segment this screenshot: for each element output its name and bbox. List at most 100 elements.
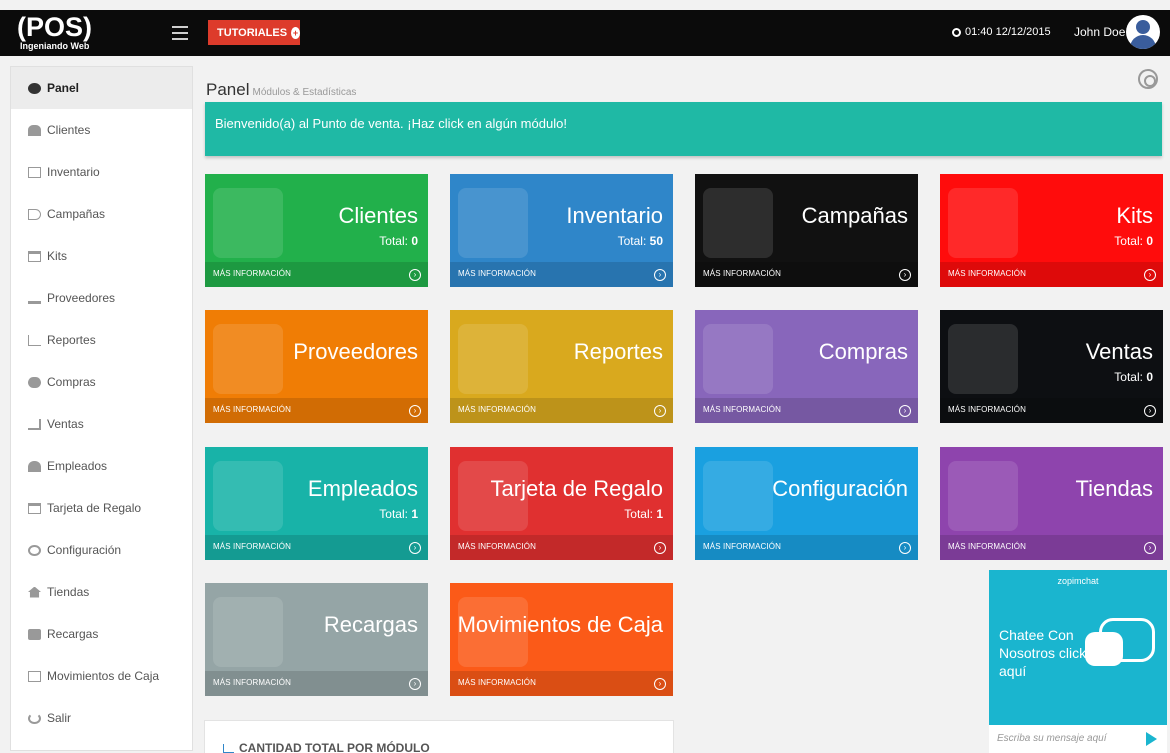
tile-total: Total: 0 <box>379 234 418 248</box>
more-info-link[interactable]: MÁS INFORMACIÓN <box>205 262 428 287</box>
tile-total: Total: 0 <box>1114 234 1153 248</box>
more-info-link[interactable]: MÁS INFORMACIÓN <box>450 535 673 560</box>
user-icon <box>213 461 283 531</box>
more-info-link[interactable]: MÁS INFORMACIÓN <box>695 262 918 287</box>
arrow-circle-icon[interactable]: › <box>654 678 666 690</box>
tile-proveedores[interactable]: Proveedores MÁS INFORMACIÓN › <box>205 310 428 423</box>
sidebar-item-recargas[interactable]: Recargas <box>11 613 192 655</box>
tile-kits[interactable]: Kits Total: 0 MÁS INFORMACIÓN › <box>940 174 1163 287</box>
welcome-banner: Bienvenido(a) al Punto de venta. ¡Haz cl… <box>205 102 1162 156</box>
power-icon <box>28 712 41 724</box>
table-icon <box>458 188 528 258</box>
arrow-circle-icon[interactable]: › <box>654 269 666 281</box>
tile-reportes[interactable]: Reportes MÁS INFORMACIÓN › <box>450 310 673 423</box>
download-icon <box>213 324 283 394</box>
arrow-circle-icon[interactable]: › <box>409 542 421 554</box>
clock-icon <box>952 27 961 37</box>
inbox-icon <box>948 188 1018 258</box>
sidebar-item-compras[interactable]: Compras <box>11 361 192 403</box>
datetime-text: 01:40 12/12/2015 <box>965 26 1051 38</box>
users-icon <box>213 188 283 258</box>
more-info-link[interactable]: MÁS INFORMACIÓN <box>205 671 428 696</box>
tile-inventario[interactable]: Inventario Total: 50 MÁS INFORMACIÓN › <box>450 174 673 287</box>
arrow-circle-icon[interactable]: › <box>899 405 911 417</box>
chart-panel: CANTIDAD TOTAL POR MÓDULO <box>204 720 674 753</box>
cloud-icon <box>703 324 773 394</box>
more-info-link[interactable]: MÁS INFORMACIÓN <box>940 535 1163 560</box>
more-info-link[interactable]: MÁS INFORMACIÓN <box>695 535 918 560</box>
table-icon <box>28 166 41 178</box>
tile-campanas[interactable]: Campañas MÁS INFORMACIÓN › <box>695 174 918 287</box>
sidebar-item-tarjeta-regalo[interactable]: Tarjeta de Regalo <box>11 487 192 529</box>
more-info-link[interactable]: MÁS INFORMACIÓN <box>450 262 673 287</box>
more-info-link[interactable]: MÁS INFORMACIÓN <box>450 398 673 423</box>
more-info-link[interactable]: MÁS INFORMACIÓN <box>695 398 918 423</box>
top-navbar: (POS) Ingeniando Web TUTORIALES + 01:40 … <box>0 10 1170 56</box>
sidebar-item-reportes[interactable]: Reportes <box>11 319 192 361</box>
menu-toggle-icon[interactable] <box>172 26 188 40</box>
sidebar-item-inventario[interactable]: Inventario <box>11 151 192 193</box>
arrow-circle-icon[interactable]: › <box>1144 405 1156 417</box>
chat-brand: zopimchat <box>1057 576 1099 586</box>
sidebar-item-kits[interactable]: Kits <box>11 235 192 277</box>
tile-ventas[interactable]: Ventas Total: 0 MÁS INFORMACIÓN › <box>940 310 1163 423</box>
logo-text: (POS) <box>17 12 93 42</box>
app-logo[interactable]: (POS) Ingeniando Web <box>17 13 92 51</box>
bar-chart-icon <box>223 743 234 753</box>
phone-icon <box>213 597 283 667</box>
more-info-link[interactable]: MÁS INFORMACIÓN <box>450 671 673 696</box>
arrow-circle-icon[interactable]: › <box>409 269 421 281</box>
tile-recargas[interactable]: Recargas MÁS INFORMACIÓN › <box>205 583 428 696</box>
arrow-circle-icon[interactable]: › <box>1144 269 1156 281</box>
tile-clientes[interactable]: Clientes Total: 0 MÁS INFORMACIÓN › <box>205 174 428 287</box>
chart-panel-title: CANTIDAD TOTAL POR MÓDULO <box>223 741 430 753</box>
sidebar-item-clientes[interactable]: Clientes <box>11 109 192 151</box>
user-avatar-icon[interactable] <box>1126 15 1160 49</box>
sidebar-item-movimientos[interactable]: Movimientos de Caja <box>11 655 192 697</box>
arrow-circle-icon[interactable]: › <box>654 405 666 417</box>
tile-configuracion[interactable]: Configuración MÁS INFORMACIÓN › <box>695 447 918 560</box>
arrow-circle-icon[interactable]: › <box>899 542 911 554</box>
tile-compras[interactable]: Compras MÁS INFORMACIÓN › <box>695 310 918 423</box>
chat-bubble-icon <box>1085 632 1123 666</box>
dashboard-icon <box>28 82 41 94</box>
datetime-display: 01:40 12/12/2015 <box>952 26 1051 38</box>
more-info-link[interactable]: MÁS INFORMACIÓN <box>205 535 428 560</box>
arrow-circle-icon[interactable]: › <box>409 405 421 417</box>
sidebar-item-panel[interactable]: Panel <box>11 67 192 109</box>
arrow-circle-icon[interactable]: › <box>654 542 666 554</box>
cart-icon <box>28 418 41 430</box>
tile-tarjeta-regalo[interactable]: Tarjeta de Regalo Total: 1 MÁS INFORMACI… <box>450 447 673 560</box>
user-icon <box>28 460 41 472</box>
arrow-circle-icon[interactable]: › <box>1144 542 1156 554</box>
chat-widget[interactable]: zopimchat Chatee Con Nosotros click aquí… <box>989 570 1167 753</box>
arrow-circle-icon[interactable]: › <box>899 269 911 281</box>
tile-total: Total: 50 <box>617 234 663 248</box>
send-icon[interactable] <box>1146 732 1157 746</box>
page-subtitle: Módulos & Estadísticas <box>252 87 357 98</box>
cogs-icon <box>703 461 773 531</box>
chat-cta[interactable]: Chatee Con Nosotros click aquí <box>999 626 1089 680</box>
inbox-icon <box>28 250 41 262</box>
tile-movimientos-caja[interactable]: Movimientos de Caja MÁS INFORMACIÓN › <box>450 583 673 696</box>
tile-empleados[interactable]: Empleados Total: 1 MÁS INFORMACIÓN › <box>205 447 428 560</box>
bar-chart-icon <box>28 334 41 346</box>
chat-message-input[interactable]: Escriba su mensaje aquí <box>989 725 1167 753</box>
sidebar: Panel Clientes Inventario Campañas Kits … <box>10 66 193 751</box>
sidebar-item-configuracion[interactable]: Configuración <box>11 529 192 571</box>
settings-gear-icon[interactable] <box>1138 69 1158 89</box>
sidebar-item-empleados[interactable]: Empleados <box>11 445 192 487</box>
more-info-link[interactable]: MÁS INFORMACIÓN <box>940 262 1163 287</box>
sidebar-item-tiendas[interactable]: Tiendas <box>11 571 192 613</box>
tile-tiendas[interactable]: Tiendas MÁS INFORMACIÓN › <box>940 447 1163 560</box>
sidebar-item-ventas[interactable]: Ventas <box>11 403 192 445</box>
sidebar-item-proveedores[interactable]: Proveedores <box>11 277 192 319</box>
user-name[interactable]: John Doe <box>1074 25 1125 39</box>
tutorials-button[interactable]: TUTORIALES + <box>208 20 300 45</box>
sidebar-item-salir[interactable]: Salir <box>11 697 192 739</box>
arrow-circle-icon[interactable]: › <box>409 678 421 690</box>
sidebar-item-campanas[interactable]: Campañas <box>11 193 192 235</box>
more-info-link[interactable]: MÁS INFORMACIÓN <box>205 398 428 423</box>
more-info-link[interactable]: MÁS INFORMACIÓN <box>940 398 1163 423</box>
users-icon <box>28 124 41 136</box>
